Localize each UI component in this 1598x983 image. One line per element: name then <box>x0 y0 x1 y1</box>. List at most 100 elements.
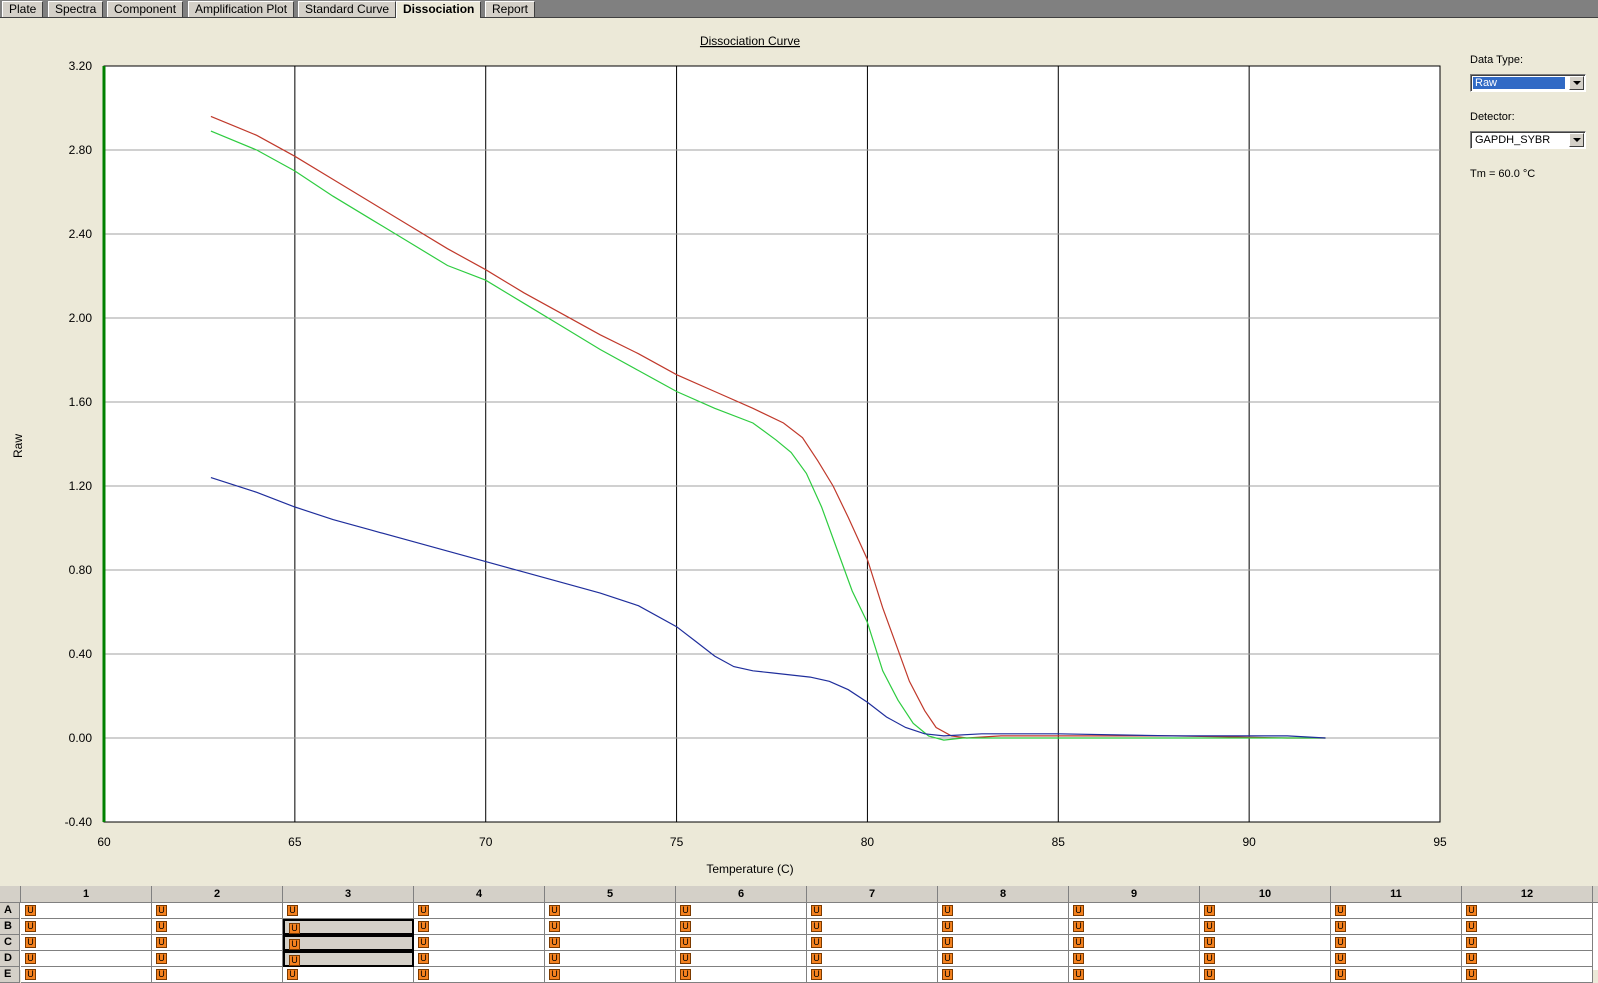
plate-well[interactable]: U <box>1462 935 1593 951</box>
plate-column-header-8[interactable]: 8 <box>938 886 1069 902</box>
plate-well[interactable]: U <box>807 967 938 983</box>
plate-column-header-12[interactable]: 12 <box>1462 886 1593 902</box>
tab-amplification-plot[interactable]: Amplification Plot <box>188 1 295 17</box>
plate-corner <box>0 886 21 902</box>
plate-well[interactable]: U <box>1200 935 1331 951</box>
plate-row-header-C[interactable]: C <box>0 935 20 951</box>
plate-row-header-E[interactable]: E <box>0 967 20 983</box>
plate-well[interactable]: U <box>1462 967 1593 983</box>
tab-standard-curve[interactable]: Standard Curve <box>298 1 397 17</box>
plate-well[interactable]: U <box>938 919 1069 935</box>
plate-well[interactable]: U <box>283 935 414 951</box>
plate-well[interactable]: U <box>545 919 676 935</box>
plate-well[interactable]: U <box>1200 903 1331 919</box>
plate-well[interactable]: U <box>545 967 676 983</box>
tab-spectra[interactable]: Spectra <box>48 1 104 17</box>
plate-well[interactable]: U <box>1069 919 1200 935</box>
tab-plate[interactable]: Plate <box>2 1 44 17</box>
plate-well[interactable]: U <box>676 967 807 983</box>
plate-well[interactable]: U <box>807 951 938 967</box>
plate-well[interactable]: U <box>938 903 1069 919</box>
well-status-icon: U <box>1335 969 1346 980</box>
plate-well[interactable]: U <box>21 951 152 967</box>
plate-well[interactable]: U <box>676 919 807 935</box>
plate-well[interactable]: U <box>1331 903 1462 919</box>
plate-well[interactable]: U <box>414 919 545 935</box>
plate-column-header-5[interactable]: 5 <box>545 886 676 902</box>
dropdown-arrow-icon[interactable] <box>1569 133 1584 147</box>
x-tick-label: 60 <box>97 835 111 849</box>
plate-well[interactable]: U <box>1069 903 1200 919</box>
detector-select[interactable]: GAPDH_SYBR <box>1470 131 1586 149</box>
plate-column-header-9[interactable]: 9 <box>1069 886 1200 902</box>
plate-well[interactable]: U <box>807 919 938 935</box>
tab-dissociation[interactable]: Dissociation <box>396 1 482 18</box>
dropdown-arrow-icon[interactable] <box>1569 76 1584 90</box>
plate-well[interactable]: U <box>152 919 283 935</box>
plate-well[interactable]: U <box>807 935 938 951</box>
plate-well[interactable]: U <box>1462 903 1593 919</box>
plot-area[interactable] <box>103 65 1441 823</box>
plate-well[interactable]: U <box>414 967 545 983</box>
plate-well[interactable]: U <box>414 935 545 951</box>
plate-well[interactable]: U <box>676 951 807 967</box>
data-type-select[interactable]: Raw <box>1470 74 1586 92</box>
plate-well[interactable]: U <box>21 967 152 983</box>
plate-row-header-D[interactable]: D <box>0 951 20 967</box>
plate-well[interactable]: U <box>1331 967 1462 983</box>
plate-column-header-11[interactable]: 11 <box>1331 886 1462 902</box>
well-status-icon: U <box>25 953 36 964</box>
plate-well[interactable]: U <box>152 903 283 919</box>
plate-well[interactable]: U <box>1200 919 1331 935</box>
plate-well[interactable]: U <box>283 903 414 919</box>
well-status-icon: U <box>289 923 300 934</box>
plate-well[interactable]: U <box>676 903 807 919</box>
plate-well[interactable]: U <box>283 919 414 935</box>
tab-report[interactable]: Report <box>485 1 536 17</box>
plate-well[interactable]: U <box>1331 951 1462 967</box>
plate-well[interactable]: U <box>283 951 414 967</box>
plate-well[interactable]: U <box>938 951 1069 967</box>
plate-column-header-6[interactable]: 6 <box>676 886 807 902</box>
plate-well[interactable]: U <box>938 935 1069 951</box>
plate-well[interactable]: U <box>1331 919 1462 935</box>
plate-well[interactable]: U <box>545 951 676 967</box>
plate-well[interactable]: U <box>21 935 152 951</box>
plate-well[interactable]: U <box>1069 967 1200 983</box>
plate-well[interactable]: U <box>1200 951 1331 967</box>
plate-well[interactable]: U <box>938 967 1069 983</box>
plate-column-header-10[interactable]: 10 <box>1200 886 1331 902</box>
plate-column-header-1[interactable]: 1 <box>21 886 152 902</box>
plate-well[interactable]: U <box>1200 967 1331 983</box>
well-status-icon: U <box>418 953 429 964</box>
plate-well[interactable]: U <box>152 967 283 983</box>
plate-well[interactable]: U <box>1331 935 1462 951</box>
plate-well[interactable]: U <box>1069 951 1200 967</box>
plate-column-header-4[interactable]: 4 <box>414 886 545 902</box>
plate-well[interactable]: U <box>1462 919 1593 935</box>
plate-well[interactable]: U <box>676 935 807 951</box>
y-tick-label: 0.00 <box>69 731 93 745</box>
well-status-icon: U <box>156 953 167 964</box>
plate-well[interactable]: U <box>283 967 414 983</box>
plate-well[interactable]: U <box>152 935 283 951</box>
plate-column-header-2[interactable]: 2 <box>152 886 283 902</box>
tab-component[interactable]: Component <box>107 1 184 17</box>
plate-well[interactable]: U <box>545 935 676 951</box>
well-status-icon: U <box>680 921 691 932</box>
plate-well[interactable]: U <box>1069 935 1200 951</box>
plate-well[interactable]: U <box>152 951 283 967</box>
plate-well[interactable]: U <box>414 903 545 919</box>
plate-well[interactable]: U <box>21 919 152 935</box>
plate-row-header-A[interactable]: A <box>0 903 20 919</box>
plate-well[interactable]: U <box>414 951 545 967</box>
plate-well[interactable]: U <box>807 903 938 919</box>
plate-column-header-3[interactable]: 3 <box>283 886 414 902</box>
x-tick-label: 85 <box>1052 835 1066 849</box>
plate-well[interactable]: U <box>545 903 676 919</box>
plate-well[interactable]: U <box>1462 951 1593 967</box>
plate-column-header-7[interactable]: 7 <box>807 886 938 902</box>
plate-row-header-B[interactable]: B <box>0 919 20 935</box>
plate-well[interactable]: U <box>21 903 152 919</box>
well-status-icon: U <box>680 969 691 980</box>
